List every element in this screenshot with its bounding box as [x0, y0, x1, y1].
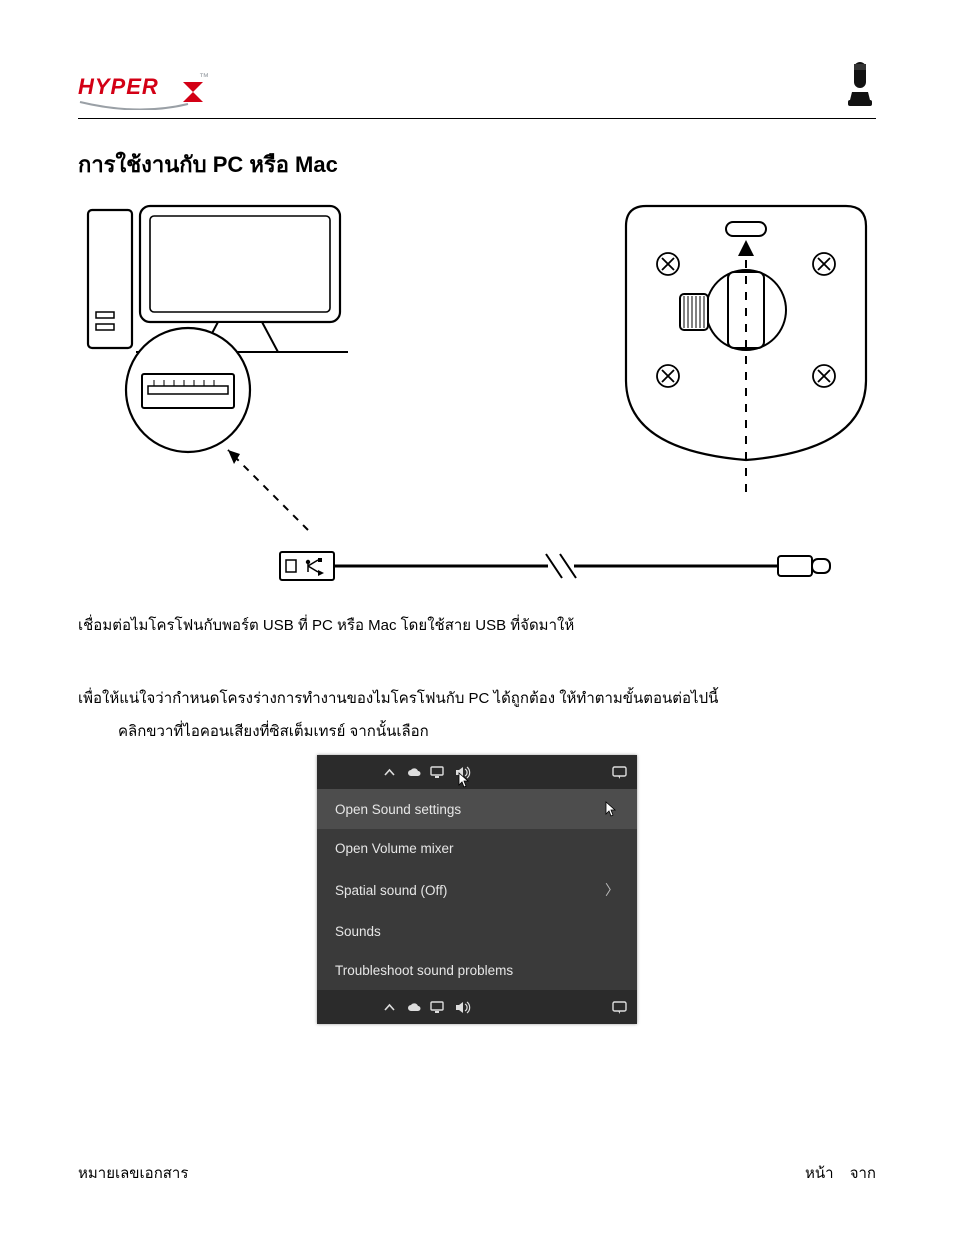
menu-item-label: Troubleshoot sound problems [335, 963, 513, 978]
of-label: จาก [850, 1165, 876, 1182]
page-header: HYPER ™ [78, 60, 876, 119]
cursor-icon [458, 772, 470, 788]
tray-speaker-icon [454, 1000, 469, 1015]
sound-settings-screenshot: Open Sound settings Open Volume mixer Sp… [317, 755, 637, 1024]
menu-item-label: Spatial sound (Off) [335, 883, 447, 898]
sound-context-menu: Open Sound settings Open Volume mixer Sp… [317, 789, 637, 990]
tray-monitor-icon [430, 1000, 445, 1015]
svg-text:™: ™ [199, 72, 208, 83]
menu-item-label: Sounds [335, 924, 381, 939]
chevron-right-icon: 〉 [605, 880, 619, 900]
brand-logo: HYPER ™ [78, 68, 208, 110]
tray-notifications-icon [612, 1000, 627, 1015]
tray-speaker-icon [454, 765, 469, 780]
connection-diagram [78, 200, 876, 560]
tray-monitor-icon [430, 765, 445, 780]
menu-item-sounds[interactable]: Sounds [317, 912, 637, 951]
pc-usb-diagram [78, 200, 388, 560]
menu-item-open-volume-mixer[interactable]: Open Volume mixer [317, 829, 637, 868]
logo-text-glyph: HYPER [78, 74, 159, 99]
menu-item-spatial-sound[interactable]: Spatial sound (Off) 〉 [317, 868, 637, 912]
tray-cloud-icon [406, 1000, 421, 1015]
doc-number-label: หมายเลขเอกสาร [78, 1161, 188, 1185]
page-label: หน้า [805, 1165, 834, 1182]
mic-base-diagram [616, 200, 876, 500]
tray-chevron-up-icon [382, 1000, 397, 1015]
page-footer: หมายเลขเอกสาร หน้า จาก [78, 1161, 876, 1185]
paragraph-rightclick: คลิกขวาที่ไอคอนเสียงที่ซิสเต็มเทรย์ จากน… [78, 718, 876, 745]
cursor-icon [605, 801, 617, 817]
product-icon [844, 60, 876, 110]
menu-item-troubleshoot[interactable]: Troubleshoot sound problems [317, 951, 637, 990]
menu-item-open-sound-settings[interactable]: Open Sound settings [317, 789, 637, 829]
menu-item-label: Open Volume mixer [335, 841, 454, 856]
tray-cloud-icon [406, 765, 421, 780]
paragraph-connect: เชื่อมต่อไมโครโฟนกับพอร์ต USB ที่ PC หรื… [78, 612, 876, 639]
tray-chevron-up-icon [382, 765, 397, 780]
section-heading: การใช้งานกับ PC หรือ Mac [78, 147, 876, 182]
system-tray-bottom [317, 990, 637, 1024]
paragraph-configure: เพื่อให้แน่ใจว่ากำหนดโครงร่างการทำงานของ… [78, 685, 876, 712]
menu-item-label: Open Sound settings [335, 802, 461, 817]
system-tray-top [317, 755, 637, 789]
tray-notifications-icon [612, 765, 627, 780]
